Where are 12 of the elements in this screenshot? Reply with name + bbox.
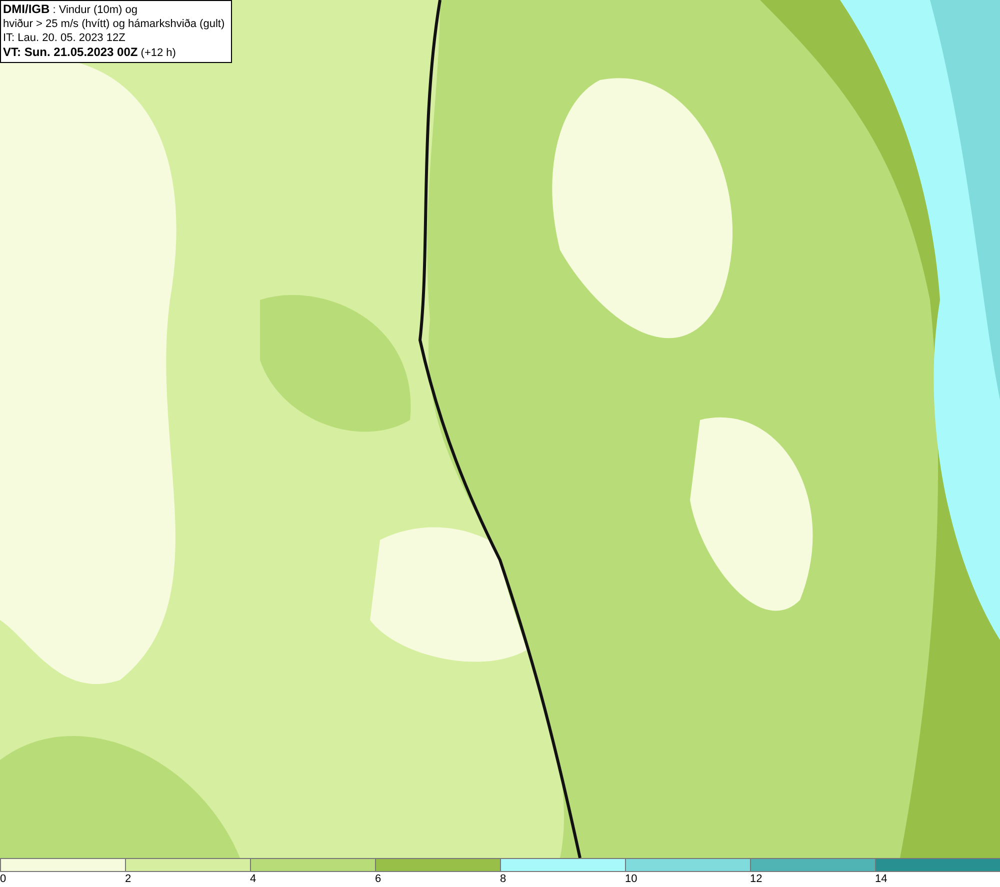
legend-tick-label: 2 — [125, 873, 132, 885]
legend-tick-label: 6 — [375, 873, 382, 885]
legend-tick-label: 14 — [875, 873, 888, 885]
legend-tick-label: 10 — [625, 873, 638, 885]
info-text: VT: Sun. 21.05.2023 00Z (+12 h) — [3, 45, 177, 60]
info-text: hviður > 25 m/s (hvítt) og hámarkshviða (gult) — [3, 17, 226, 31]
legend-tick-label: 4 — [250, 873, 256, 885]
legend-tick-label: 8 — [500, 873, 506, 885]
info-text: IT: Lau. 20. 05. 2023 12Z — [3, 31, 126, 45]
info-text: DMI/IGB : Vindur (10m) og — [3, 2, 139, 17]
legend-tick-label: 0 — [0, 873, 6, 885]
legend-tick-label: 12 — [750, 873, 762, 885]
